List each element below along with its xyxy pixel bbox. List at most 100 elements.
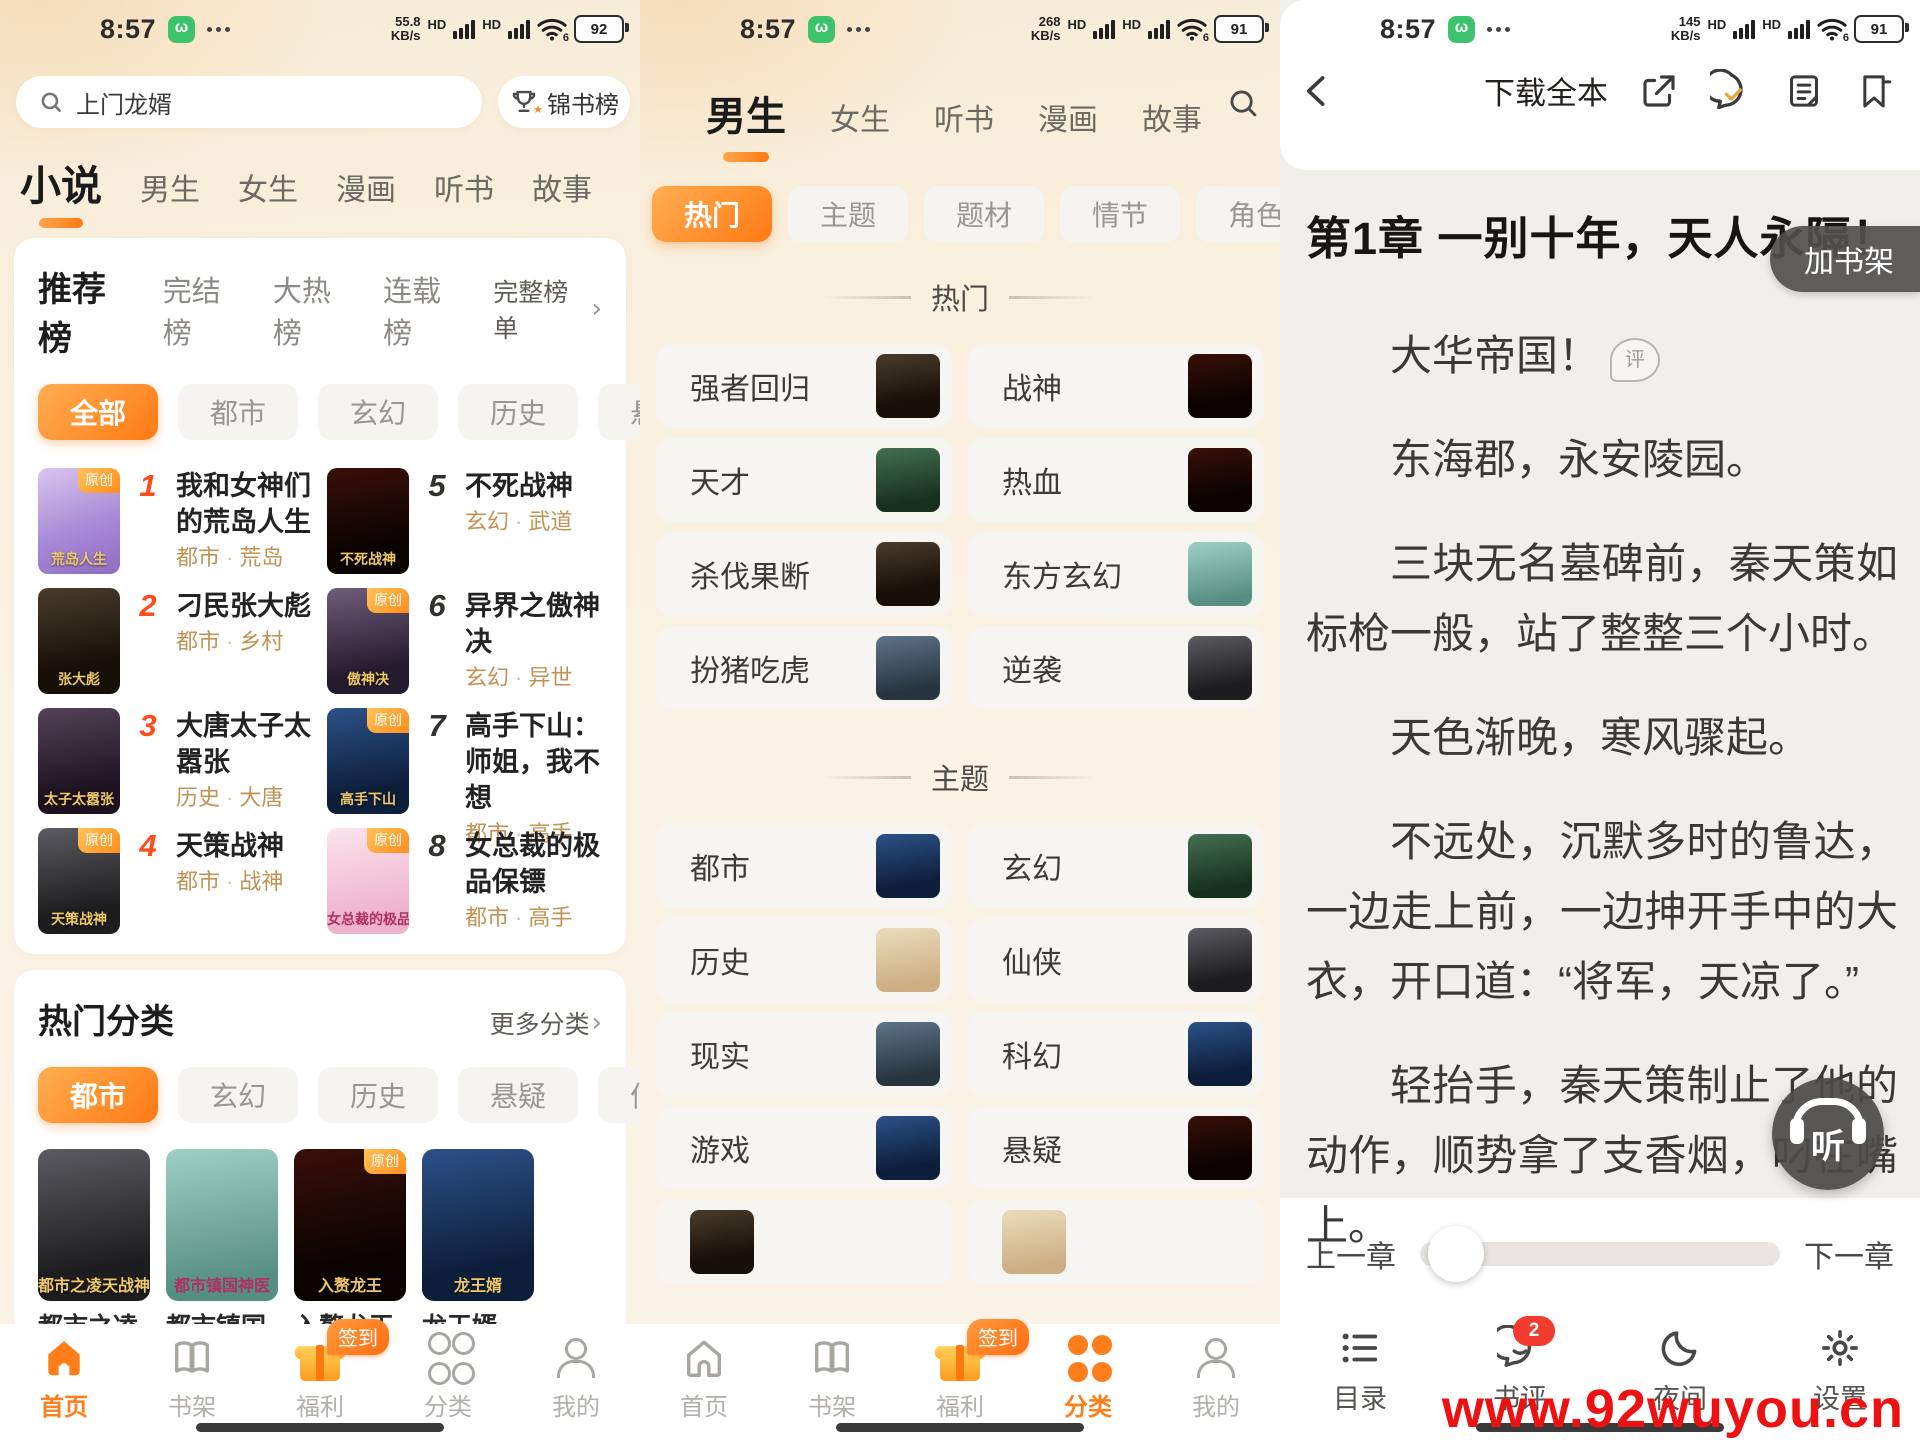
tag-war-god[interactable]: 战神	[968, 344, 1264, 428]
book-cover[interactable]: 原创 女总裁的极品保镖	[327, 828, 409, 934]
book-rank-2[interactable]: 张大彪 2 刁民张大彪 都市·乡村	[38, 588, 313, 694]
book-cover[interactable]: 太子太嚣张	[38, 708, 120, 814]
comment-check-icon[interactable]	[1710, 69, 1754, 113]
tab-comic[interactable]: 漫画	[1038, 95, 1098, 139]
theme-reality[interactable]: 现实	[656, 1012, 952, 1096]
sign-in-badge[interactable]: 签到	[967, 1319, 1029, 1355]
book-rank-4[interactable]: 原创 天策战神 4 天策战神 都市·战神	[38, 828, 313, 934]
tab-audio[interactable]: 听书	[934, 95, 994, 139]
book-cover[interactable]: 张大彪	[38, 588, 120, 694]
tab-story[interactable]: 故事	[532, 165, 592, 209]
book-rank-3[interactable]: 太子太嚣张 3 大唐太子太嚣张 历史·大唐	[38, 708, 313, 814]
original-badge: 原创	[367, 828, 409, 853]
slider-thumb[interactable]	[1428, 1226, 1484, 1282]
chip-urban[interactable]: 都市	[178, 384, 298, 440]
book-cover[interactable]: 不死战神	[327, 468, 409, 574]
nav-mine[interactable]: 我的	[521, 1334, 631, 1422]
rank-tab-serial[interactable]: 连载榜	[383, 268, 467, 352]
tab-male[interactable]: 男生	[140, 165, 200, 209]
sign-in-badge[interactable]: 签到	[327, 1319, 389, 1355]
tab-comic[interactable]: 漫画	[336, 165, 396, 209]
nav-bookshelf[interactable]: 书架	[777, 1334, 887, 1422]
more-categories-link[interactable]: 更多分类›	[490, 1005, 602, 1041]
theme-xianxia[interactable]: 仙侠	[968, 918, 1264, 1002]
nav-welfare[interactable]: 签到 福利	[265, 1334, 375, 1422]
progress-slider[interactable]	[1420, 1242, 1780, 1266]
nav-welfare[interactable]: 签到 福利	[905, 1334, 1015, 1422]
chip-fantasy[interactable]: 玄幻	[178, 1067, 298, 1123]
theme-urban[interactable]: 都市	[656, 824, 952, 908]
add-to-shelf-button[interactable]: 加书架	[1770, 226, 1920, 292]
tab-novel[interactable]: 小说	[20, 152, 102, 212]
chip-xianxia[interactable]: 仙侠	[598, 1067, 640, 1123]
rank-tab-trending[interactable]: 大热榜	[273, 268, 357, 352]
chip-plot[interactable]: 情节	[1060, 186, 1180, 242]
book-rank-5[interactable]: 不死战神 5 不死战神 玄幻·武道	[327, 468, 602, 574]
book-rank-8[interactable]: 原创 女总裁的极品保镖 8 女总裁的极品保镖 都市·高手	[327, 828, 602, 934]
jinshu-rank-button[interactable]: ★ 锦书榜	[498, 76, 630, 128]
chip-hot[interactable]: 热门	[652, 186, 772, 242]
category-screen: 8:57 268KB/s HD HD 6 91 男生 女生 听书 漫画 故事	[640, 0, 1280, 1440]
tab-male[interactable]: 男生	[706, 84, 786, 142]
tag-genius[interactable]: 天才	[656, 438, 952, 522]
tag-eastern-fantasy[interactable]: 东方玄幻	[968, 532, 1264, 616]
theme-scifi[interactable]: 科幻	[968, 1012, 1264, 1096]
rank-tab-recommend[interactable]: 推荐榜	[38, 262, 137, 360]
home-indicator[interactable]	[196, 1423, 444, 1432]
search-input[interactable]: 上门龙婿	[16, 76, 482, 128]
theme-fantasy[interactable]: 玄幻	[968, 824, 1264, 908]
status-bar-left: 8:57 55.8KB/s HD HD 6 92	[0, 0, 640, 58]
book-tags: 玄幻·异世	[465, 665, 572, 690]
chip-genre[interactable]: 题材	[924, 186, 1044, 242]
chip-all[interactable]: 全部	[38, 384, 158, 440]
tag-partial[interactable]	[656, 1200, 952, 1284]
tab-female[interactable]: 女生	[830, 95, 890, 139]
book-cover[interactable]: 原创 天策战神	[38, 828, 120, 934]
bookmark-icon[interactable]	[1854, 71, 1894, 111]
nav-categories[interactable]: 分类	[393, 1334, 503, 1422]
categories-icon	[428, 1334, 469, 1382]
chip-theme[interactable]: 主题	[788, 186, 908, 242]
search-icon[interactable]	[1226, 86, 1260, 120]
book-rank-7[interactable]: 原创 高手下山 7 高手下山：师姐，我不想 都市·高手	[327, 708, 602, 814]
book-cover[interactable]: 原创 高手下山	[327, 708, 409, 814]
nav-home[interactable]: 首页	[649, 1334, 759, 1422]
nav-toc[interactable]: 目录	[1305, 1324, 1415, 1416]
comment-bubble-icon[interactable]: 评	[1610, 338, 1660, 382]
rank-tab-finished[interactable]: 完结榜	[163, 268, 247, 352]
chip-urban[interactable]: 都市	[38, 1067, 158, 1123]
book-cover[interactable]: 原创 傲神决	[327, 588, 409, 694]
theme-game[interactable]: 游戏	[656, 1106, 952, 1190]
tag-strong-return[interactable]: 强者回归	[656, 344, 952, 428]
tab-female[interactable]: 女生	[238, 165, 298, 209]
tag-partial[interactable]	[968, 1200, 1264, 1284]
nav-categories[interactable]: 分类	[1033, 1334, 1143, 1422]
book-rank-1[interactable]: 原创 荒岛人生 1 我和女神们的荒岛人生 都市·荒岛	[38, 468, 313, 574]
chip-suspense[interactable]: 悬疑	[458, 1067, 578, 1123]
chip-history[interactable]: 历史	[318, 1067, 438, 1123]
tag-decisive[interactable]: 杀伐果断	[656, 532, 952, 616]
listen-audio-button[interactable]: 听	[1772, 1078, 1884, 1190]
book-rank-6[interactable]: 原创 傲神决 6 异界之傲神决 玄幻·异世	[327, 588, 602, 694]
share-icon[interactable]	[1638, 70, 1680, 112]
tag-hot-blood[interactable]: 热血	[968, 438, 1264, 522]
tab-audio[interactable]: 听书	[434, 165, 494, 209]
home-indicator[interactable]	[836, 1423, 1084, 1432]
tab-story[interactable]: 故事	[1142, 95, 1202, 139]
chip-suspense[interactable]: 悬疑	[598, 384, 640, 440]
back-button[interactable]	[1298, 71, 1338, 111]
tag-counterattack[interactable]: 逆袭	[968, 626, 1264, 710]
nav-home[interactable]: 首页	[9, 1334, 119, 1422]
theme-history[interactable]: 历史	[656, 918, 952, 1002]
download-full-book-button[interactable]: 下载全本	[1484, 68, 1608, 113]
tag-hidden-tiger[interactable]: 扮猪吃虎	[656, 626, 952, 710]
report-doc-icon[interactable]	[1784, 71, 1824, 111]
chip-fantasy[interactable]: 玄幻	[318, 384, 438, 440]
chip-role[interactable]: 角色	[1196, 186, 1280, 242]
book-cover[interactable]: 原创 荒岛人生	[38, 468, 120, 574]
theme-suspense[interactable]: 悬疑	[968, 1106, 1264, 1190]
nav-bookshelf[interactable]: 书架	[137, 1334, 247, 1422]
full-rank-link[interactable]: 完整榜单›	[493, 273, 602, 345]
chip-history[interactable]: 历史	[458, 384, 578, 440]
nav-mine[interactable]: 我的	[1161, 1334, 1271, 1422]
